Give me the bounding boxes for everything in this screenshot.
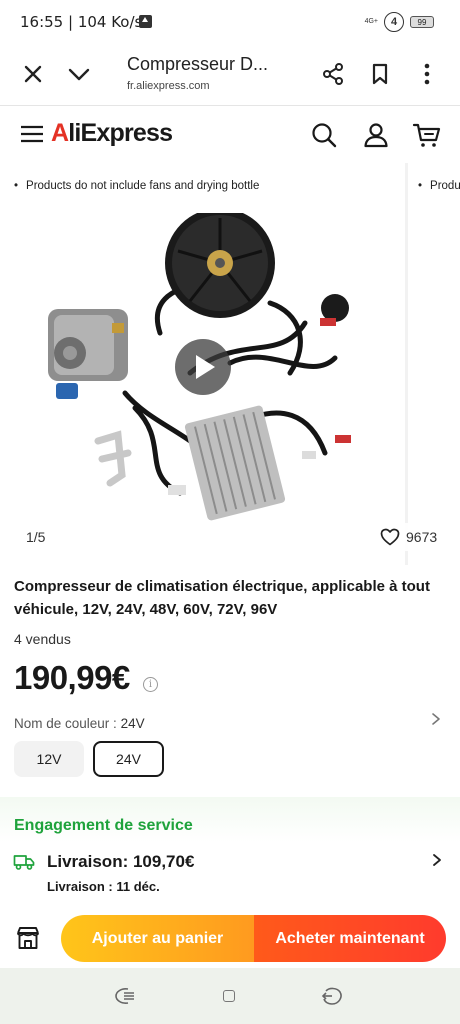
product-gallery[interactable]: Products do not include fans and drying … bbox=[0, 163, 460, 565]
browser-toolbar: Compresseur D... fr.aliexpress.com bbox=[0, 44, 460, 106]
logo-rest: liExpress bbox=[68, 119, 173, 147]
truck-icon bbox=[13, 853, 35, 871]
delivery-date-value: 11 déc. bbox=[116, 879, 160, 894]
color-value: 24V bbox=[120, 716, 145, 731]
store-icon[interactable] bbox=[14, 924, 42, 952]
color-selector-label[interactable]: Nom de couleur : 24V bbox=[14, 716, 145, 731]
service-title: Engagement de service bbox=[14, 817, 193, 834]
heart-icon bbox=[380, 528, 400, 546]
status-indicators: 4G+ 4 99 bbox=[365, 12, 434, 32]
nav-menu-icon[interactable] bbox=[113, 985, 137, 1007]
signal-badge: 4 bbox=[384, 12, 404, 32]
wishlist-button[interactable]: 9673 bbox=[372, 523, 446, 551]
chevron-right-icon[interactable] bbox=[430, 712, 442, 726]
tab-title[interactable]: Compresseur D... bbox=[127, 54, 268, 75]
slide-note: Products do not include fans and drying … bbox=[14, 180, 259, 192]
status-time-speed: 16:55 | 104 Ko/s bbox=[20, 13, 143, 31]
play-video-button[interactable] bbox=[175, 339, 231, 395]
service-section: Engagement de service Livraison: 109,70€… bbox=[0, 797, 460, 910]
gallery-slide-current[interactable]: Products do not include fans and drying … bbox=[0, 163, 405, 565]
gallery-slide-next[interactable]: Produ bbox=[408, 163, 460, 565]
sold-count: 4 vendus bbox=[14, 631, 71, 647]
nav-back-icon[interactable] bbox=[320, 985, 344, 1007]
product-price: 190,99€ bbox=[14, 659, 130, 696]
system-nav-bar bbox=[0, 968, 460, 1024]
delivery-date-label: Livraison : bbox=[47, 879, 117, 894]
buy-now-button[interactable]: Acheter maintenant bbox=[254, 915, 446, 962]
slide-note-next: Produ bbox=[418, 180, 460, 192]
status-bar: 16:55 | 104 Ko/s 4G+ 4 99 bbox=[0, 0, 460, 44]
delivery-cost[interactable]: Livraison: 109,70€ bbox=[47, 852, 194, 872]
share-icon[interactable] bbox=[320, 61, 346, 87]
wishlist-count: 9673 bbox=[406, 529, 438, 545]
search-icon[interactable] bbox=[310, 121, 338, 149]
delivery-date: Livraison : 11 déc. bbox=[47, 879, 160, 894]
logo-first-letter: A bbox=[51, 119, 69, 147]
cart-icon[interactable] bbox=[412, 121, 442, 149]
option-24v-selected[interactable]: 24V bbox=[93, 741, 164, 777]
info-icon[interactable]: i bbox=[143, 677, 158, 692]
option-12v[interactable]: 12V bbox=[14, 741, 84, 777]
aliexpress-logo[interactable]: AliExpress bbox=[51, 119, 173, 148]
bookmark-icon[interactable] bbox=[367, 61, 393, 87]
product-title: Compresseur de climatisation électrique,… bbox=[14, 578, 430, 618]
color-label-text: Nom de couleur : bbox=[14, 716, 121, 731]
chevron-right-icon[interactable] bbox=[431, 853, 443, 867]
network-type: 4G+ bbox=[364, 18, 378, 25]
action-bar: Ajouter au panier Acheter maintenant bbox=[0, 910, 460, 968]
close-icon[interactable] bbox=[20, 61, 46, 87]
hamburger-icon[interactable] bbox=[20, 123, 44, 145]
upload-icon bbox=[139, 15, 152, 28]
chevron-down-icon[interactable] bbox=[66, 61, 92, 87]
slide-counter: 1/5 bbox=[26, 529, 46, 545]
account-icon[interactable] bbox=[362, 121, 390, 149]
site-header: AliExpress bbox=[0, 107, 460, 162]
more-vertical-icon[interactable] bbox=[414, 61, 440, 87]
add-to-cart-button[interactable]: Ajouter au panier bbox=[61, 915, 254, 962]
nav-home-icon[interactable] bbox=[223, 990, 235, 1002]
tab-url[interactable]: fr.aliexpress.com bbox=[127, 80, 210, 92]
battery-indicator: 99 bbox=[410, 16, 434, 28]
